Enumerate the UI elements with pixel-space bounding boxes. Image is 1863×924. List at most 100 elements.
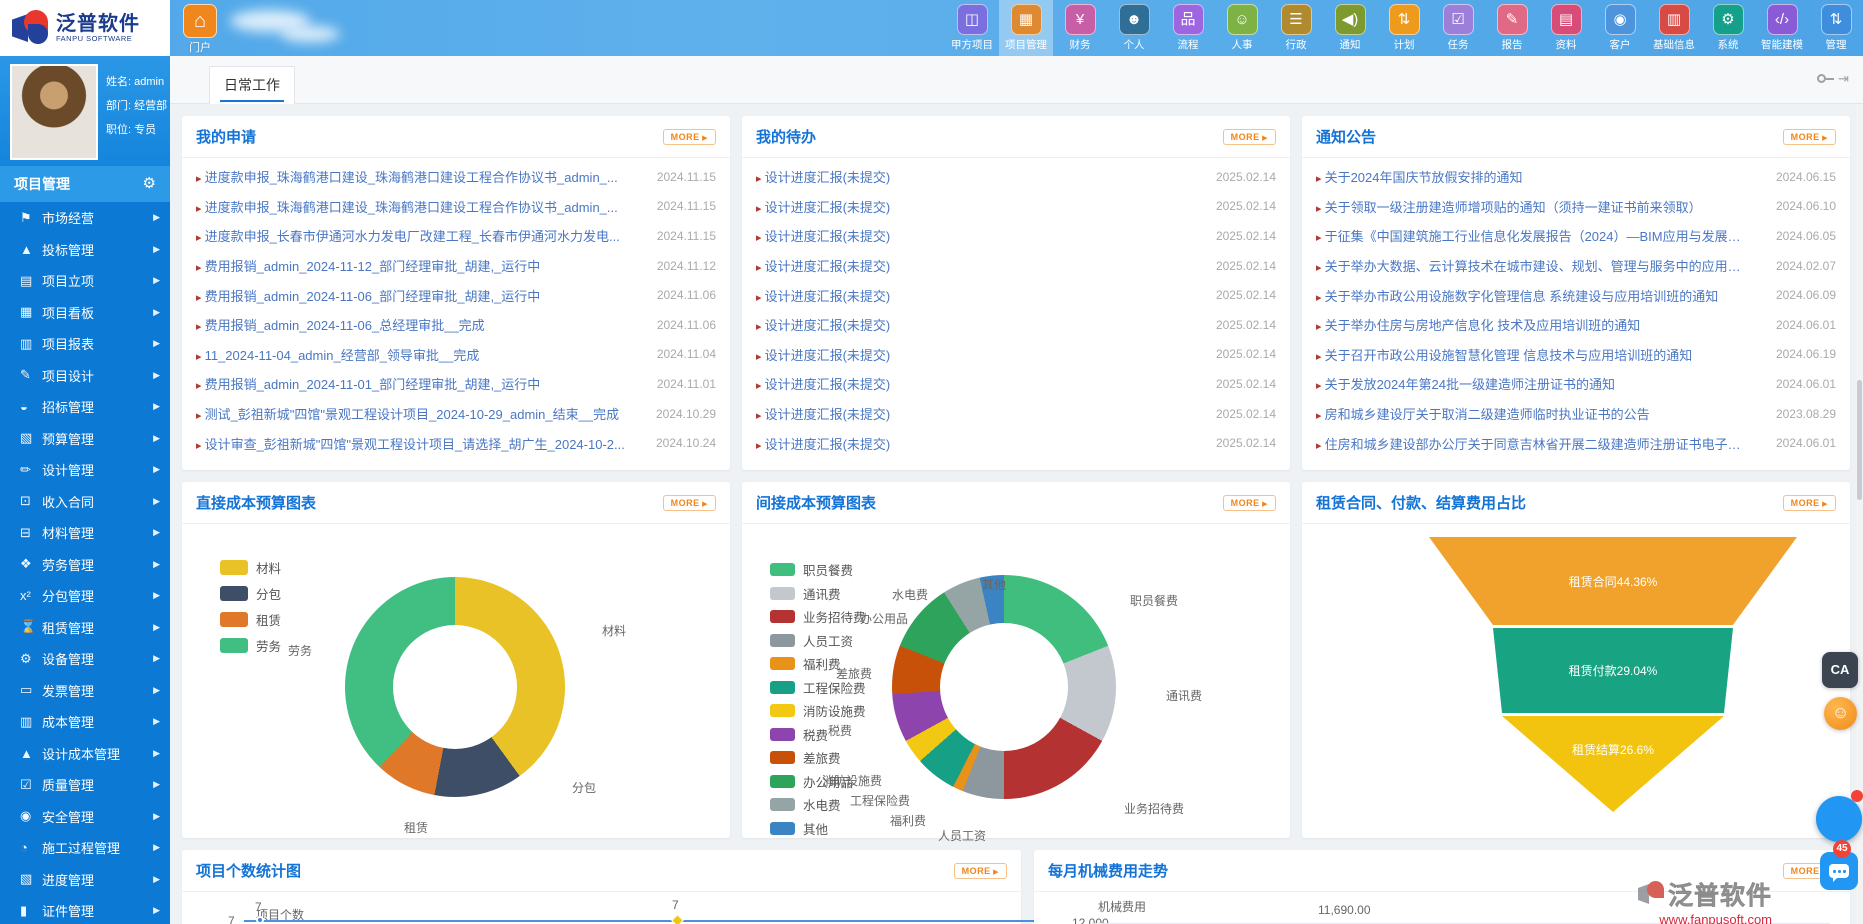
scrollbar-thumb[interactable] [1857,380,1862,500]
collapse-icon[interactable]: ⇥ [1838,72,1849,85]
more-button[interactable]: MORE [954,863,1007,879]
more-button[interactable]: MORE [1223,129,1276,145]
topnav-item[interactable]: ¥ 财务 [1053,0,1107,56]
topnav-item[interactable]: ⇅ 计划 [1377,0,1431,56]
key-icon[interactable] [1817,74,1826,83]
legend-item[interactable]: 劳务 [220,636,281,655]
legend-item[interactable]: 人员工资 [770,631,866,650]
funnel-segment[interactable]: 租赁付款29.04% [1493,628,1733,713]
list-item[interactable]: 关于发放2024年第24批一级建造师注册证书的通知 2024.06.01 [1316,369,1836,399]
funnel-segment[interactable]: 租赁结算26.6% [1502,716,1724,816]
sidebar-menu-item[interactable]: ☑ 质量管理 ▶ [0,769,170,801]
list-item[interactable]: 费用报销_admin_2024-11-01_部门经理审批_胡建,_运行中 202… [196,369,716,399]
direct-cost-donut-chart[interactable] [345,577,565,797]
list-item[interactable]: 关于举办大数据、云计算技术在城市建设、规划、管理与服务中的应用培训班... 20… [1316,251,1836,281]
topnav-item[interactable]: ◫ 甲方项目 [945,0,999,56]
list-item[interactable]: 设计进度汇报(未提交) 2025.02.14 [756,428,1276,458]
topnav-item[interactable]: ⚙ 系统 [1701,0,1755,56]
sidebar-menu-item[interactable]: ✎ 项目设计 ▶ [0,360,170,392]
topnav-item[interactable]: ✎ 报告 [1485,0,1539,56]
sidebar-menu-item[interactable]: ⚑ 市场经营 ▶ [0,202,170,234]
topnav-item[interactable]: ◀) 通知 [1323,0,1377,56]
list-item[interactable]: 关于领取一级注册建造师增项贴的通知（须持一建证书前来领取） 2024.06.10 [1316,192,1836,222]
topnav-item[interactable]: ▥ 基础信息 [1647,0,1701,56]
sidebar-menu-item[interactable]: ▥ 成本管理 ▶ [0,706,170,738]
list-item[interactable]: 设计进度汇报(未提交) 2025.02.14 [756,221,1276,251]
chat-circle-button[interactable] [1816,796,1862,842]
sidebar-menu-item[interactable]: ✏ 设计管理 ▶ [0,454,170,486]
sidebar-menu-item[interactable]: ◉ 安全管理 ▶ [0,801,170,833]
gear-icon[interactable]: ⚙ [143,166,156,202]
list-item[interactable]: 关于举办住房与房地产信息化 技术及应用培训班的通知 2024.06.01 [1316,310,1836,340]
topnav-item[interactable]: ◉ 客户 [1593,0,1647,56]
sidebar-menu-item[interactable]: ❖ 劳务管理 ▶ [0,549,170,581]
more-button[interactable]: MORE [1223,495,1276,511]
sidebar-menu-item[interactable]: ▭ 发票管理 ▶ [0,675,170,707]
legend-item[interactable]: 通讯费 [770,584,866,603]
list-item[interactable]: 费用报销_admin_2024-11-06_总经理审批__完成 2024.11.… [196,310,716,340]
sidebar-menu-item[interactable]: ▧ 进度管理 ▶ [0,864,170,896]
list-item[interactable]: 设计进度汇报(未提交) 2025.02.14 [756,310,1276,340]
list-item[interactable]: 设计进度汇报(未提交) 2025.02.14 [756,192,1276,222]
list-item[interactable]: 11_2024-11-04_admin_经营部_领导审批__完成 2024.11… [196,340,716,370]
legend-item[interactable]: 分包 [220,584,281,603]
sidebar-menu-item[interactable]: ⌛ 租赁管理 ▶ [0,612,170,644]
list-item[interactable]: 设计进度汇报(未提交) 2025.02.14 [756,162,1276,192]
sidebar-menu-item[interactable]: ⊟ 材料管理 ▶ [0,517,170,549]
legend-item[interactable]: 差旅费 [770,748,866,767]
sidebar-menu-item[interactable]: ▲ 设计成本管理 ▶ [0,738,170,770]
list-item[interactable]: 关于2024年国庆节放假安排的通知 2024.06.15 [1316,162,1836,192]
ca-certificate-button[interactable]: CA [1822,652,1858,688]
legend-item[interactable]: 租赁 [220,610,281,629]
list-item[interactable]: 测试_彭祖新城"四馆"景观工程设计项目_2024-10-29_admin_结束_… [196,399,716,429]
tab-daily-work[interactable]: 日常工作 [209,66,295,104]
topnav-item[interactable]: ☻ 个人 [1107,0,1161,56]
sidebar-menu-item[interactable]: ▮ 证件管理 ▶ [0,895,170,924]
legend-item[interactable]: 职员餐费 [770,560,866,579]
list-item[interactable]: 进度款申报_珠海鹤港口建设_珠海鹤港口建设工程合作协议书_admin_... 2… [196,162,716,192]
sidebar-menu-item[interactable]: ▤ 项目立项 ▶ [0,265,170,297]
more-button[interactable]: MORE [663,495,716,511]
feedback-face-button[interactable]: ☺ [1824,697,1857,730]
data-point-marker[interactable] [671,914,684,924]
list-item[interactable]: 设计进度汇报(未提交) 2025.02.14 [756,251,1276,281]
sidebar-menu-item[interactable]: ◒ 招标管理 ▶ [0,391,170,423]
legend-item[interactable]: 其他 [770,819,866,838]
sidebar-menu-item[interactable]: ▦ 项目看板 ▶ [0,297,170,329]
sidebar-menu-item[interactable]: ▧ 预算管理 ▶ [0,423,170,455]
list-item[interactable]: 设计审查_彭祖新城"四馆"景观工程设计项目_请选择_胡广生_2024-10-2.… [196,428,716,458]
legend-item[interactable]: 消防设施费 [770,701,866,720]
topnav-item[interactable]: 品 流程 [1161,0,1215,56]
sidebar-menu-item[interactable]: ▲ 投标管理 ▶ [0,234,170,266]
list-item[interactable]: 费用报销_admin_2024-11-12_部门经理审批_胡建,_运行中 202… [196,251,716,281]
more-button[interactable]: MORE [1783,129,1836,145]
topnav-item[interactable]: ▤ 资料 [1539,0,1593,56]
more-button[interactable]: MORE [663,129,716,145]
topnav-item[interactable]: ▦ 项目管理 [999,0,1053,56]
list-item[interactable]: 设计进度汇报(未提交) 2025.02.14 [756,399,1276,429]
indirect-cost-donut-chart[interactable] [892,575,1116,799]
list-item[interactable]: 关于召开市政公用设施智慧化管理 信息技术与应用培训班的通知 2024.06.19 [1316,340,1836,370]
legend-item[interactable]: 业务招待费 [770,607,866,626]
portal-button[interactable]: ⌂ 门户 [178,4,222,55]
list-item[interactable]: 设计进度汇报(未提交) 2025.02.14 [756,369,1276,399]
list-item[interactable]: 设计进度汇报(未提交) 2025.02.14 [756,280,1276,310]
sidebar-menu-item[interactable]: ▥ 项目报表 ▶ [0,328,170,360]
list-item[interactable]: 关于举办市政公用设施数字化管理信息 系统建设与应用培训班的通知 2024.06.… [1316,280,1836,310]
list-item[interactable]: 设计进度汇报(未提交) 2025.02.14 [756,340,1276,370]
topnav-item[interactable]: ☺ 人事 [1215,0,1269,56]
funnel-segment[interactable]: 租赁合同44.36% [1429,537,1797,625]
topnav-item[interactable]: ⇅ 管理 [1809,0,1863,56]
legend-item[interactable]: 材料 [220,558,281,577]
list-item[interactable]: 进度款申报_珠海鹤港口建设_珠海鹤港口建设工程合作协议书_admin_... 2… [196,192,716,222]
list-item[interactable]: 房和城乡建设厅关于取消二级建造师临时执业证书的公告 2023.08.29 [1316,399,1836,429]
list-item[interactable]: 进度款申报_长春市伊通河水力发电厂改建工程_长春市伊通河水力发电... 2024… [196,221,716,251]
sidebar-menu-item[interactable]: ⚙ 设备管理 ▶ [0,643,170,675]
more-button[interactable]: MORE [1783,495,1836,511]
sidebar-menu-item[interactable]: ⊡ 收入合同 ▶ [0,486,170,518]
list-item[interactable]: 费用报销_admin_2024-11-06_部门经理审批_胡建,_运行中 202… [196,280,716,310]
list-item[interactable]: 住房和城乡建设部办公厅关于同意吉林省开展二级建造师注册证书电子化试点... 20… [1316,428,1836,458]
list-item[interactable]: 于征集《中国建筑施工行业信息化发展报告（2024）—BIM应用与发展》材料...… [1316,221,1836,251]
topnav-item[interactable]: ‹/› 智能建模 [1755,0,1809,56]
sidebar-menu-item[interactable]: x² 分包管理 ▶ [0,580,170,612]
